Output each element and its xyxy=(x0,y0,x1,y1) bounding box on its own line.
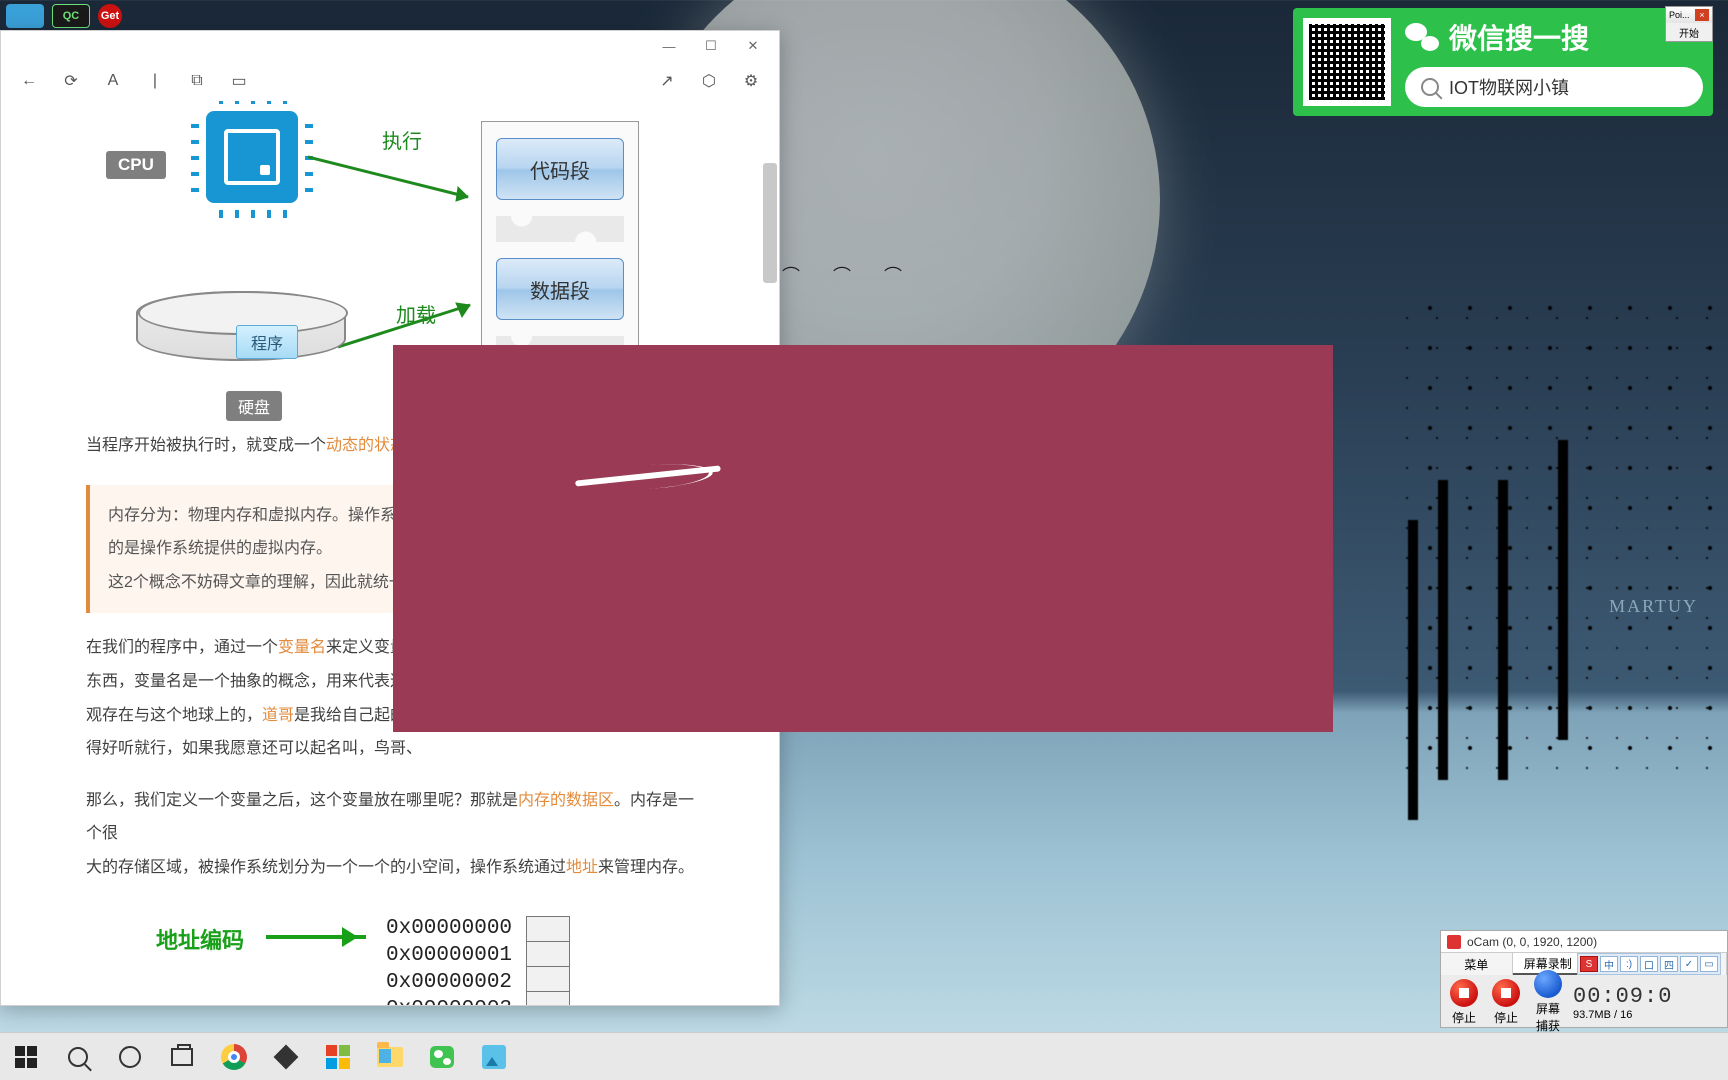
memory-cells xyxy=(526,917,570,1005)
pointer-body: 开始 xyxy=(1666,23,1712,42)
back-button[interactable]: ← xyxy=(19,71,39,91)
wechat-promo-card[interactable]: 微信搜一搜 IOT物联网小镇 xyxy=(1293,8,1713,116)
taskbar-explorer-icon[interactable] xyxy=(364,1033,416,1080)
address-encoding-title: 地址编码 xyxy=(156,923,244,955)
taskbar-app-cube-icon[interactable] xyxy=(260,1033,312,1080)
reader-toolbar: ← ⟳ A | ⧉ ▭ ↗ ⬡ ⚙ xyxy=(1,61,779,101)
desktop-icon-qc[interactable]: QC xyxy=(52,4,90,28)
font-button[interactable]: A xyxy=(103,71,123,91)
disk-label: 硬盘 xyxy=(226,391,282,421)
ocam-app-icon xyxy=(1447,935,1461,949)
layout-button[interactable]: ▭ xyxy=(229,71,249,91)
ocam-file-size: 93.7MB / 16 xyxy=(1573,1009,1721,1021)
pointer-close-button[interactable]: × xyxy=(1695,9,1709,21)
windows-taskbar xyxy=(0,1032,1728,1080)
reload-button[interactable]: ⟳ xyxy=(61,71,81,91)
arrow-exec xyxy=(308,149,488,209)
ime-language-bar[interactable]: S 中 :) 口 四 ✓ ▭ xyxy=(1577,953,1721,975)
exec-label: 执行 xyxy=(382,125,422,154)
cortana-button[interactable] xyxy=(104,1033,156,1080)
cpu-label: CPU xyxy=(106,151,166,179)
address-arrow-icon xyxy=(266,935,366,939)
code-segment: 代码段 xyxy=(496,138,624,200)
trees-right-decor xyxy=(1398,300,1728,780)
wechat-logo-icon xyxy=(1405,23,1439,51)
desktop-icon-tube[interactable]: Get xyxy=(98,4,122,28)
ocam-capture-button[interactable]: 屏幕捕获 xyxy=(1531,970,1565,1034)
wechat-search-field[interactable]: IOT物联网小镇 xyxy=(1405,67,1703,107)
window-maximize-button[interactable]: ☐ xyxy=(691,34,731,58)
cpu-pins-decor xyxy=(199,104,305,210)
separator-icon: | xyxy=(145,71,165,91)
settings-button[interactable]: ⚙ xyxy=(741,71,761,91)
diagram-address-encoding: 地址编码 0x00000000 0x00000001 0x00000002 0x… xyxy=(86,915,699,1005)
taskbar-office-icon[interactable] xyxy=(312,1033,364,1080)
paragraph-3: 那么，我们定义一个变量之后，这个变量放在哪里呢？那就是内存的数据区。内存是一个很… xyxy=(86,784,699,885)
ocam-titlebar: oCam (0, 0, 1920, 1200) xyxy=(1441,931,1727,953)
advertisement-overlay[interactable] xyxy=(393,345,1333,732)
taskbar-photos-icon[interactable] xyxy=(468,1033,520,1080)
start-button[interactable] xyxy=(0,1033,52,1080)
wechat-title: 微信搜一搜 xyxy=(1405,17,1703,57)
share-button[interactable]: ↗ xyxy=(657,71,677,91)
link-button[interactable]: ⧉ xyxy=(187,71,207,91)
qr-code-icon xyxy=(1303,18,1391,106)
search-icon xyxy=(1421,78,1439,96)
load-label: 加载 xyxy=(396,299,436,328)
program-tag: 程序 xyxy=(236,325,298,359)
memory-segments-box: 代码段 数据段 xyxy=(481,121,639,371)
ime-icon-face[interactable]: :) xyxy=(1620,956,1638,972)
wallpaper-watermark: MARTUY xyxy=(1609,596,1698,617)
window-close-button[interactable]: ✕ xyxy=(733,34,773,58)
taskbar-search-button[interactable] xyxy=(52,1033,104,1080)
taskbar-wechat-icon[interactable] xyxy=(416,1033,468,1080)
ime-icon-kbd[interactable]: ▭ xyxy=(1700,956,1718,972)
ocam-window[interactable]: oCam (0, 0, 1920, 1200) S 中 :) 口 四 ✓ ▭ 菜… xyxy=(1440,930,1728,1028)
ocam-stop-button-2[interactable]: 停止 xyxy=(1489,979,1523,1026)
cube-button[interactable]: ⬡ xyxy=(699,71,719,91)
pointer-mini-window[interactable]: Poi... × 开始 xyxy=(1665,6,1713,42)
data-segment: 数据段 xyxy=(496,258,624,320)
taskbar-chrome-icon[interactable] xyxy=(208,1033,260,1080)
ocam-elapsed-time: 00:09:0 xyxy=(1573,984,1721,1009)
desktop-icon-1[interactable] xyxy=(6,4,44,28)
ocam-info: 00:09:0 93.7MB / 16 xyxy=(1573,984,1721,1021)
window-minimize-button[interactable]: — xyxy=(649,34,689,58)
pointer-titlebar: Poi... × xyxy=(1666,7,1712,23)
desktop-top-icons: QC Get xyxy=(0,0,128,30)
ime-icon-zh[interactable]: 中 xyxy=(1600,956,1618,972)
ime-icon-s[interactable]: S xyxy=(1580,956,1598,972)
ocam-stop-button[interactable]: 停止 xyxy=(1447,979,1481,1026)
disk-icon: 程序 xyxy=(136,291,346,381)
task-view-button[interactable] xyxy=(156,1033,208,1080)
ime-icon-grid[interactable]: 四 xyxy=(1660,956,1678,972)
ime-icon-box[interactable]: 口 xyxy=(1640,956,1658,972)
ocam-tab-menu[interactable]: 菜单 xyxy=(1441,953,1513,975)
ime-icon-check[interactable]: ✓ xyxy=(1680,956,1698,972)
address-list: 0x00000000 0x00000001 0x00000002 0x00000… xyxy=(386,915,512,1005)
ad-logo-icon xyxy=(582,460,713,493)
reader-titlebar: — ☐ ✕ xyxy=(1,31,779,61)
ocam-body: 停止 停止 屏幕捕获 00:09:0 93.7MB / 16 xyxy=(1441,975,1727,1029)
wechat-search-text: IOT物联网小镇 xyxy=(1449,74,1569,100)
